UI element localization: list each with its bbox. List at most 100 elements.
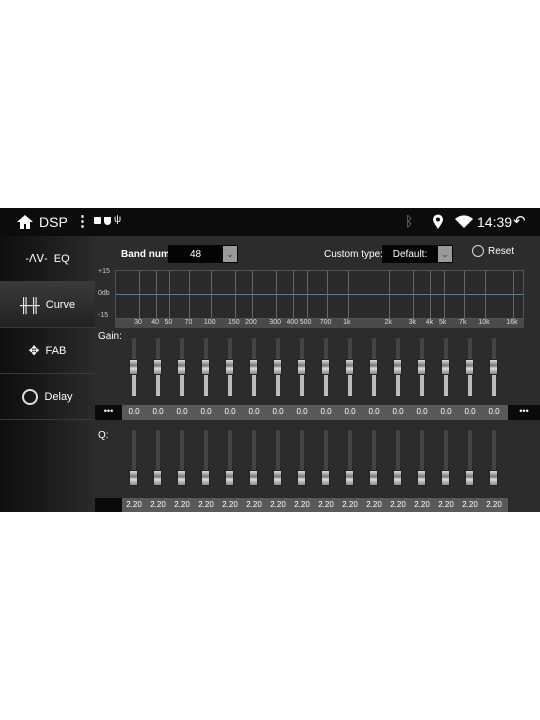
freq-label: 2k (384, 319, 392, 326)
gain-slider[interactable] (489, 338, 498, 396)
grid-line (485, 271, 486, 318)
slider-knob[interactable] (417, 359, 426, 375)
slider-knob[interactable] (297, 469, 306, 486)
grid-line (276, 271, 278, 318)
slider-value: 2.20 (222, 500, 238, 509)
q-slider[interactable] (177, 430, 186, 486)
sidebar-item-delay[interactable]: Delay (0, 374, 95, 420)
slider-value: 0.0 (296, 407, 308, 416)
sidebar-item-fab[interactable]: ✥ FAB (0, 328, 95, 374)
slider-knob[interactable] (153, 359, 162, 375)
custom-type-select[interactable]: Default: ⌄ (382, 245, 453, 263)
slider-value: 2.20 (294, 500, 310, 509)
slider-knob[interactable] (369, 359, 378, 375)
scroll-left-button[interactable]: ••• (95, 405, 122, 420)
gain-slider[interactable] (345, 338, 354, 396)
q-slider[interactable] (201, 430, 210, 486)
gain-slider[interactable] (297, 338, 306, 396)
gain-slider[interactable] (441, 338, 450, 396)
slider-value: 2.20 (414, 500, 430, 509)
dsp-screen: DSP ⋮ ψ ᛒ 14:39 ↶ -ᐱᐯ- EQ ╫╫ Curve ✥ FAB De… (0, 208, 540, 512)
more-vert-icon[interactable]: ⋮ (75, 212, 90, 230)
slider-knob[interactable] (129, 469, 138, 486)
scroll-right-button[interactable]: ••• (508, 405, 540, 420)
q-slider[interactable] (345, 430, 354, 486)
gain-slider[interactable] (273, 338, 282, 396)
slider-knob[interactable] (393, 469, 402, 486)
slider-knob[interactable] (201, 469, 210, 486)
q-slider[interactable] (153, 430, 162, 486)
q-slider[interactable] (225, 430, 234, 486)
grid-line (347, 271, 349, 318)
slider-knob[interactable] (201, 359, 210, 375)
slider-knob[interactable] (489, 359, 498, 375)
slider-knob[interactable] (225, 359, 234, 375)
band-num-select[interactable]: 48 ⌄ (168, 245, 238, 263)
slider-knob[interactable] (177, 469, 186, 486)
slider-knob[interactable] (465, 469, 474, 486)
grid-line (251, 271, 253, 318)
q-slider[interactable] (249, 430, 258, 486)
sidebar-item-eq[interactable]: -ᐱᐯ- EQ (0, 236, 95, 282)
slider-knob[interactable] (225, 469, 234, 486)
slider-knob[interactable] (297, 359, 306, 375)
slider-knob[interactable] (249, 469, 258, 486)
slider-knob[interactable] (153, 469, 162, 486)
slider-value: 0.0 (416, 407, 428, 416)
q-slider[interactable] (465, 430, 474, 486)
slider-knob[interactable] (369, 469, 378, 486)
slider-knob[interactable] (321, 359, 330, 375)
freq-label: 300 (269, 319, 281, 326)
slider-knob[interactable] (417, 469, 426, 486)
slider-knob[interactable] (129, 359, 138, 375)
q-slider[interactable] (273, 430, 282, 486)
slider-knob[interactable] (441, 469, 450, 486)
slider-value: 2.20 (438, 500, 454, 509)
q-slider[interactable] (321, 430, 330, 486)
grid-line (210, 271, 212, 318)
gain-label: Gain: (98, 331, 122, 342)
q-slider[interactable] (129, 430, 138, 486)
slider-knob[interactable] (465, 359, 474, 375)
slider-knob[interactable] (489, 469, 498, 486)
slider-value: 0.0 (200, 407, 212, 416)
slider-knob[interactable] (393, 359, 402, 375)
q-slider[interactable] (369, 430, 378, 486)
fader-balance-icon: ✥ (28, 342, 40, 358)
slider-knob[interactable] (321, 469, 330, 486)
gain-slider[interactable] (321, 338, 330, 396)
slider-knob[interactable] (273, 469, 282, 486)
home-icon[interactable] (16, 214, 34, 230)
slider-knob[interactable] (273, 359, 282, 375)
slider-knob[interactable] (345, 359, 354, 375)
slider-knob[interactable] (249, 359, 258, 375)
gain-slider[interactable] (153, 338, 162, 396)
q-slider[interactable] (441, 430, 450, 486)
gain-slider[interactable] (225, 338, 234, 396)
slider-knob[interactable] (177, 359, 186, 375)
q-slider[interactable] (417, 430, 426, 486)
gain-slider[interactable] (129, 338, 138, 396)
gain-slider[interactable] (393, 338, 402, 396)
custom-type-value: Default: (392, 248, 428, 260)
eq-curve-line (116, 294, 523, 295)
q-slider[interactable] (393, 430, 402, 486)
slider-knob[interactable] (441, 359, 450, 375)
sidebar: -ᐱᐯ- EQ ╫╫ Curve ✥ FAB Delay (0, 236, 95, 512)
waveform-icon: -ᐱᐯ- (25, 253, 48, 265)
q-slider[interactable] (297, 430, 306, 486)
slider-knob[interactable] (345, 469, 354, 486)
gain-slider[interactable] (177, 338, 186, 396)
gain-slider[interactable] (417, 338, 426, 396)
freq-label: 1k (343, 319, 351, 326)
gain-slider[interactable] (201, 338, 210, 396)
reset-button[interactable]: Reset (472, 245, 514, 257)
gain-slider[interactable] (369, 338, 378, 396)
gain-slider[interactable] (249, 338, 258, 396)
slider-value: 0.0 (368, 407, 380, 416)
q-slider[interactable] (489, 430, 498, 486)
slider-value: 0.0 (176, 407, 188, 416)
back-icon[interactable]: ↶ (513, 212, 526, 230)
sidebar-item-curve[interactable]: ╫╫ Curve (0, 282, 95, 328)
gain-slider[interactable] (465, 338, 474, 396)
